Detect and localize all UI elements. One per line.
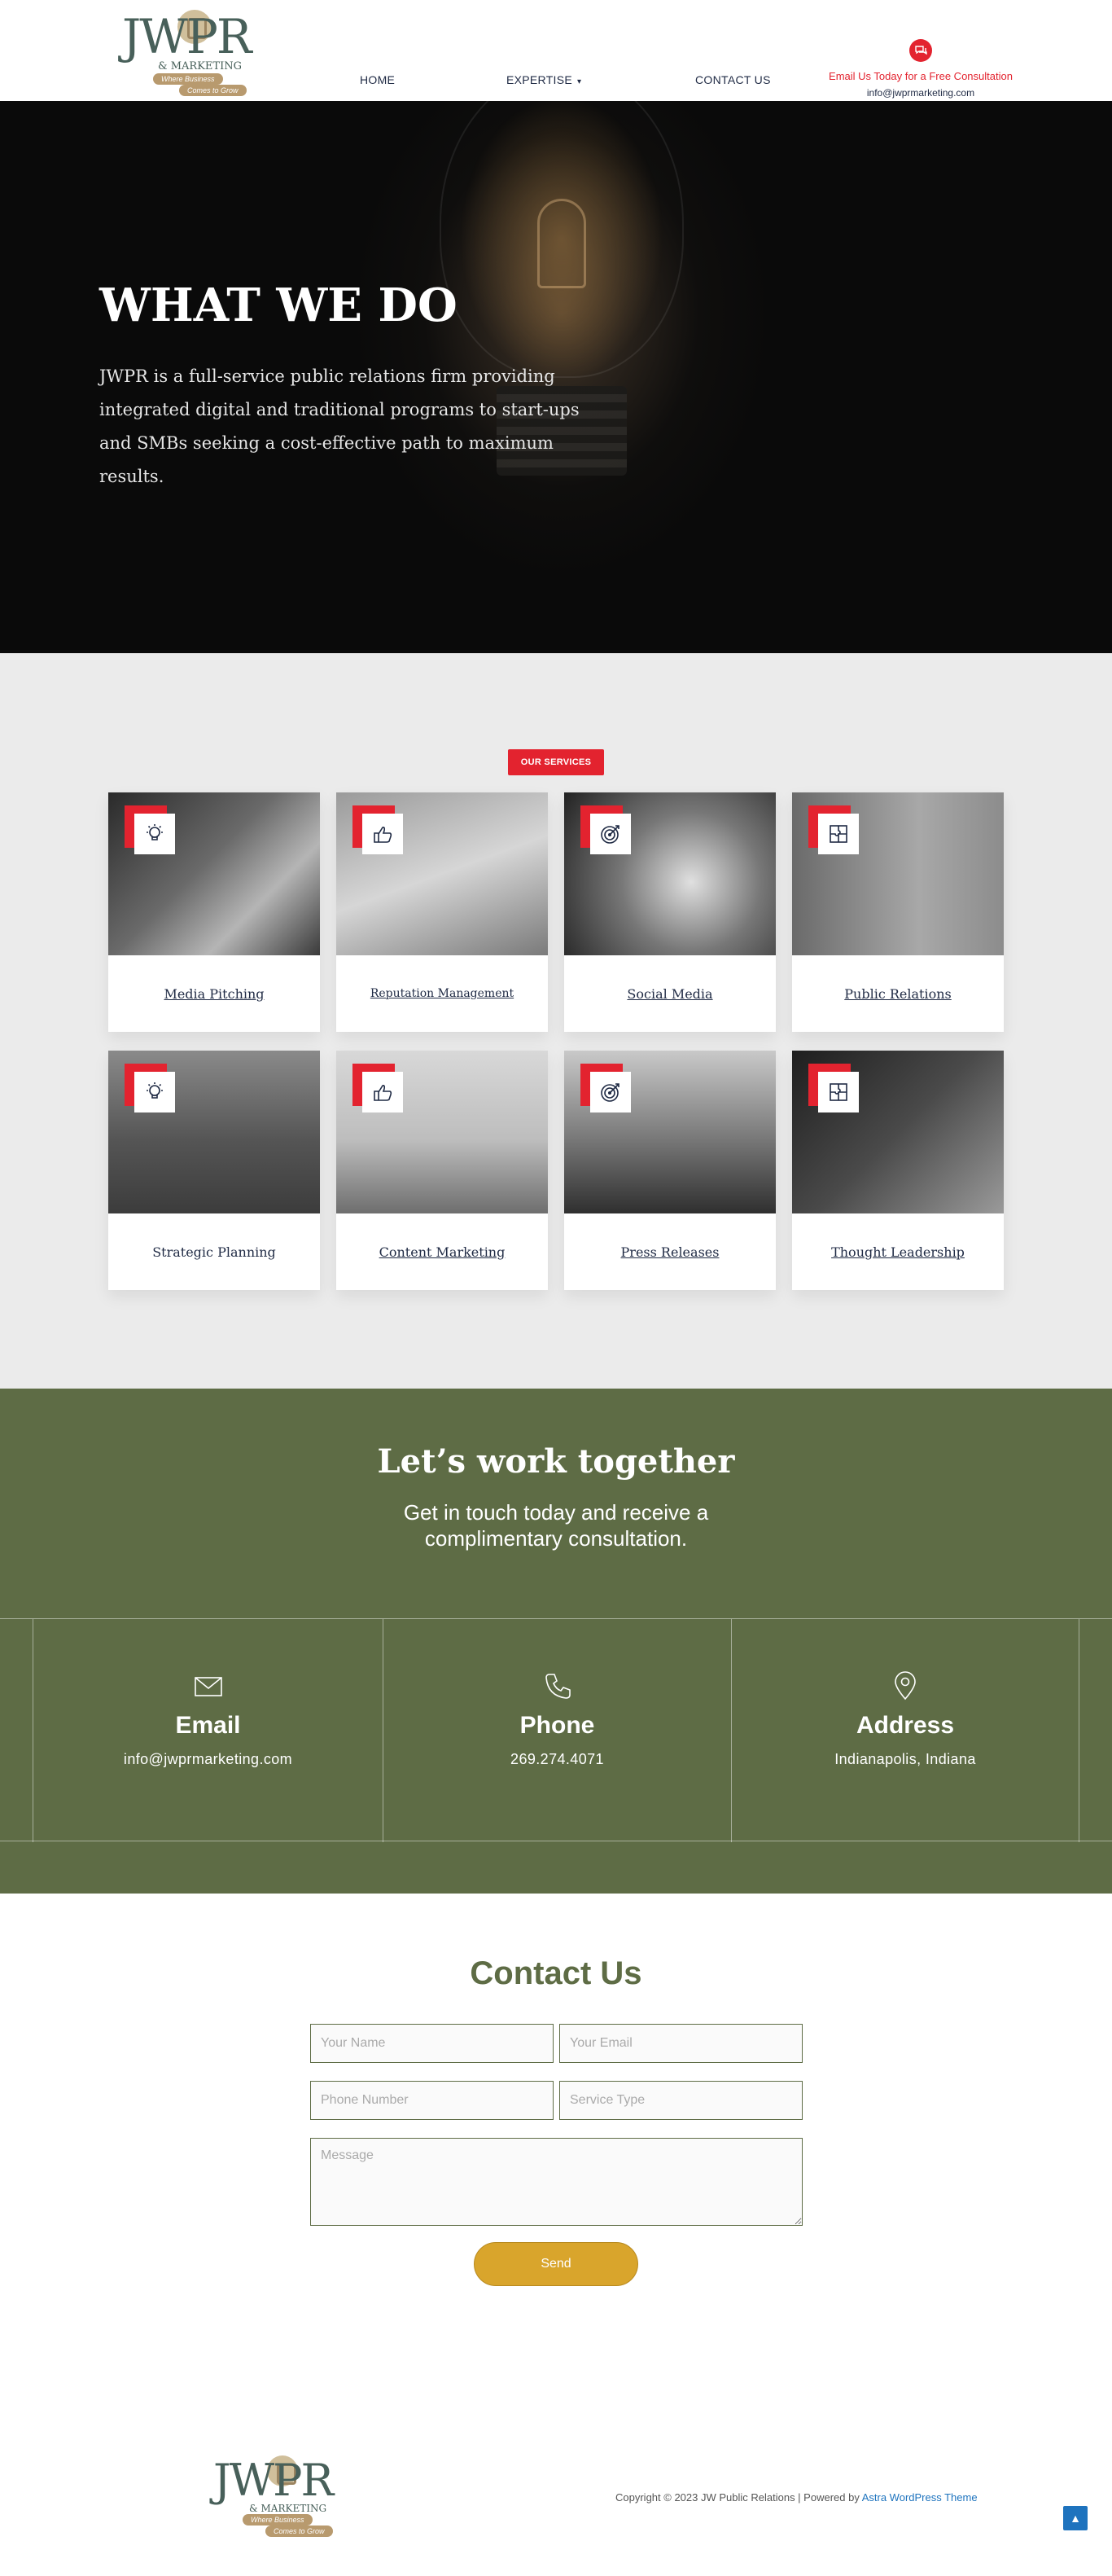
logo-tagline-1: Where Business xyxy=(153,73,223,85)
together-title: Let’s work together xyxy=(377,1442,735,1481)
footer-logo-subtitle: & MARKETING xyxy=(249,2503,327,2514)
service-card[interactable]: Reputation Management xyxy=(336,792,548,1032)
puzzle-icon xyxy=(818,1072,859,1112)
lightbulb-icon xyxy=(134,1072,175,1112)
email-heading: Email xyxy=(175,1712,241,1739)
hero-section: WHAT WE DO JWPR is a full-service public… xyxy=(0,101,1112,653)
phone-icon xyxy=(541,1670,574,1702)
service-image[interactable] xyxy=(336,792,548,955)
service-image[interactable] xyxy=(792,792,1004,955)
logo-subtitle: & MARKETING xyxy=(158,60,242,72)
copyright-label: Copyright © 2023 JW Public Relations | P… xyxy=(615,2491,862,2504)
cta-email[interactable]: info@jwprmarketing.com xyxy=(814,87,1027,99)
service-link[interactable]: Thought Leadership xyxy=(792,1213,1004,1290)
service-card[interactable]: Strategic Planning xyxy=(108,1051,320,1290)
target-icon xyxy=(590,1072,631,1112)
message-field[interactable] xyxy=(310,2138,803,2226)
envelope-icon xyxy=(192,1670,225,1702)
lightbulb-icon xyxy=(134,814,175,854)
phone-number-field[interactable] xyxy=(310,2081,554,2120)
service-link[interactable]: Press Releases xyxy=(564,1213,776,1290)
footer-logo-tagline-1: Where Business xyxy=(243,2514,313,2526)
email-value[interactable]: info@jwprmarketing.com xyxy=(33,1751,383,1768)
service-link[interactable]: Strategic Planning xyxy=(108,1213,320,1290)
service-link[interactable]: Reputation Management xyxy=(336,955,548,1032)
contact-info-grid: Email info@jwprmarketing.com Phone 269.2… xyxy=(0,1618,1112,1842)
puzzle-icon xyxy=(818,814,859,854)
service-type-field[interactable] xyxy=(559,2081,803,2120)
service-link[interactable]: Media Pitching xyxy=(108,955,320,1032)
footer-logo-text: JWPR xyxy=(213,2455,334,2506)
service-image[interactable] xyxy=(792,1051,1004,1213)
service-link[interactable]: Social Media xyxy=(564,955,776,1032)
address-value: Indianapolis, Indiana xyxy=(834,1751,976,1767)
hero-description: JWPR is a full-service public relations … xyxy=(99,366,580,486)
nav-expertise[interactable]: EXPERTISE ▾ xyxy=(506,73,581,86)
phone-info: Phone 269.274.4071 xyxy=(383,1619,731,1842)
logo-text: JWPR xyxy=(122,9,252,64)
address-heading: Address xyxy=(856,1712,955,1739)
address-info: Address Indianapolis, Indiana xyxy=(731,1619,1079,1842)
contact-form-section: Contact Us Send xyxy=(0,1894,1112,2405)
cta-headline[interactable]: Email Us Today for a Free Consultation xyxy=(814,70,1027,82)
phone-value[interactable]: 269.274.4071 xyxy=(383,1751,731,1768)
service-link[interactable]: Content Marketing xyxy=(336,1213,548,1290)
lets-work-together-section: Let’s work together Get in touch today a… xyxy=(0,1389,1112,1894)
service-link[interactable]: Public Relations xyxy=(792,955,1004,1032)
service-image[interactable] xyxy=(336,1051,548,1213)
phone-heading: Phone xyxy=(519,1712,595,1739)
service-card[interactable]: Media Pitching xyxy=(108,792,320,1032)
contact-title: Contact Us xyxy=(470,1955,642,1991)
map-pin-icon xyxy=(889,1670,922,1702)
copyright-text: Copyright © 2023 JW Public Relations | P… xyxy=(615,2491,978,2504)
site-footer: JWPR & MARKETING Where Business Comes to… xyxy=(0,2405,1112,2576)
service-card[interactable]: Thought Leadership xyxy=(792,1051,1004,1290)
header-cta: Email Us Today for a Free Consultation i… xyxy=(814,39,1027,99)
nav-home[interactable]: HOME xyxy=(360,73,395,86)
service-card[interactable]: Social Media xyxy=(564,792,776,1032)
service-card[interactable]: Public Relations xyxy=(792,792,1004,1032)
together-subtitle: Get in touch today and receive a complim… xyxy=(403,1500,709,1551)
footer-logo[interactable]: JWPR & MARKETING Where Business Comes to… xyxy=(213,2454,352,2537)
email-field[interactable] xyxy=(559,2024,803,2063)
email-info: Email info@jwprmarketing.com xyxy=(33,1619,383,1842)
service-image[interactable] xyxy=(564,1051,776,1213)
name-field[interactable] xyxy=(310,2024,554,2063)
page-title: WHAT WE DO xyxy=(99,279,457,332)
service-card[interactable]: Content Marketing xyxy=(336,1051,548,1290)
nav-expertise-label: EXPERTISE xyxy=(506,73,573,86)
thumbs-up-icon xyxy=(362,1072,403,1112)
service-card[interactable]: Press Releases xyxy=(564,1051,776,1290)
service-image[interactable] xyxy=(108,1051,320,1213)
logo-tagline-2: Comes to Grow xyxy=(179,85,247,96)
thumbs-up-icon xyxy=(362,814,403,854)
site-header: JWPR & MARKETING Where Business Comes to… xyxy=(0,0,1112,101)
service-image[interactable] xyxy=(108,792,320,955)
chat-icon[interactable] xyxy=(909,39,932,62)
service-image[interactable] xyxy=(564,792,776,955)
target-icon xyxy=(590,814,631,854)
chevron-down-icon: ▾ xyxy=(577,77,582,86)
send-button[interactable]: Send xyxy=(474,2242,638,2286)
nav-contact-us[interactable]: CONTACT US xyxy=(695,73,771,86)
our-services-badge: OUR SERVICES xyxy=(508,749,604,775)
site-logo[interactable]: JWPR & MARKETING Where Business Comes to… xyxy=(119,7,274,96)
scroll-to-top-button[interactable]: ▲ xyxy=(1063,2506,1088,2530)
services-section: OUR SERVICES Media Pitching Reputation Ma… xyxy=(0,653,1112,1389)
astra-theme-link[interactable]: Astra WordPress Theme xyxy=(862,2491,978,2504)
